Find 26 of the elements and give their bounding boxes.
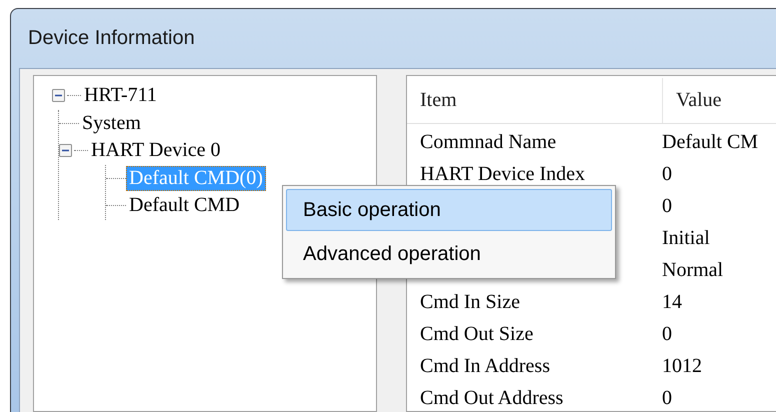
window-title: Device Information	[27, 26, 196, 51]
tree-item[interactable]: System	[79, 110, 144, 136]
table-cell-text: 0	[661, 323, 673, 345]
table-cell-text: 0	[661, 387, 673, 409]
table-cell-text: Cmd In Address	[419, 355, 551, 377]
menu-item[interactable]: Advanced operation	[286, 233, 612, 275]
column-header[interactable]: Value	[662, 78, 776, 123]
tree-item[interactable]: HRT-711	[81, 83, 160, 108]
table-cell-text: Cmd In Size	[419, 291, 521, 313]
table-cell-text: 0	[661, 195, 673, 217]
column-header[interactable]: Item	[407, 78, 662, 123]
collapse-icon[interactable]	[59, 144, 72, 158]
table-cell-text: Commnad Name	[419, 131, 558, 153]
table-cell-text: Initial	[661, 227, 711, 249]
tree-item[interactable]: Default CMD	[126, 193, 243, 218]
table-cell-text: HART Device Index	[419, 163, 586, 185]
menu-item[interactable]: Basic operation	[286, 189, 612, 231]
table-cell-text: 14	[661, 291, 683, 313]
table-cell-text: Cmd Out Size	[419, 323, 534, 345]
table-cell-text: 0	[661, 163, 673, 185]
table-cell-text: Default CM	[661, 131, 760, 153]
table-cell-text: Normal	[661, 259, 724, 281]
collapse-icon[interactable]	[52, 89, 65, 102]
table-cell-text: 1012	[661, 355, 703, 377]
tree-item[interactable]: HART Device 0	[88, 138, 224, 164]
table-cell-text: Cmd Out Address	[419, 387, 564, 409]
